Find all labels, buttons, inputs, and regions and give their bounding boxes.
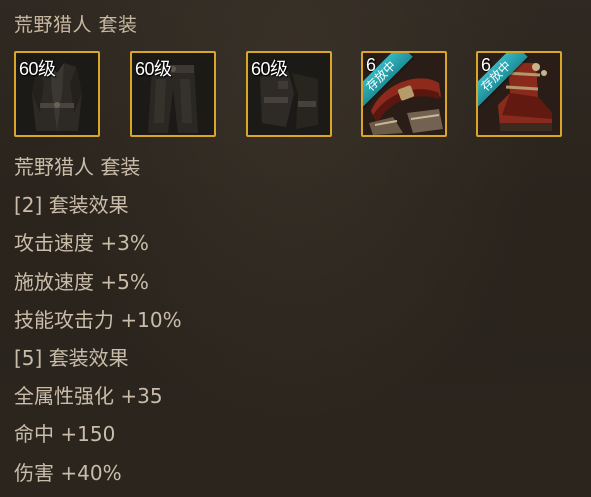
- stat-damage: 伤害 +40%: [14, 460, 122, 485]
- stat-attack-speed: 攻击速度 +3%: [14, 231, 149, 256]
- stat-hit-rate: 命中 +150: [14, 422, 116, 447]
- stat-all-attribute-enhance: 全属性强化 +35: [14, 384, 163, 409]
- set-name-line: 荒野猎人 套装: [14, 155, 141, 179]
- set-effect-header-2: [2] 套装效果: [14, 193, 129, 218]
- set-tooltip-panel: 荒野猎人 套装 60级 60级 60级 6 存放中 6 存放中 荒野猎人 套装 …: [0, 0, 591, 497]
- item-slots: 60级 60级 60级 6 存放中 6 存放中: [14, 51, 574, 139]
- set-effects-list: 荒野猎人 套装 [2] 套装效果 攻击速度 +3% 施放速度 +5% 技能攻击力…: [14, 152, 574, 496]
- stat-cast-speed: 施放速度 +5%: [14, 269, 149, 294]
- item-slot-1[interactable]: 60级: [14, 51, 100, 137]
- item-level-label: 60级: [251, 59, 288, 79]
- stat-skill-attack: 技能攻击力 +10%: [14, 307, 182, 332]
- item-level-label: 60级: [135, 59, 172, 79]
- item-slot-4[interactable]: 6 存放中: [361, 51, 447, 137]
- set-title: 荒野猎人 套装: [14, 14, 138, 36]
- item-slot-5[interactable]: 6 存放中: [476, 51, 562, 137]
- set-effect-header-5: [5] 套装效果: [14, 345, 129, 370]
- item-slot-2[interactable]: 60级: [130, 51, 216, 137]
- item-level-label: 60级: [19, 59, 56, 79]
- item-slot-3[interactable]: 60级: [246, 51, 332, 137]
